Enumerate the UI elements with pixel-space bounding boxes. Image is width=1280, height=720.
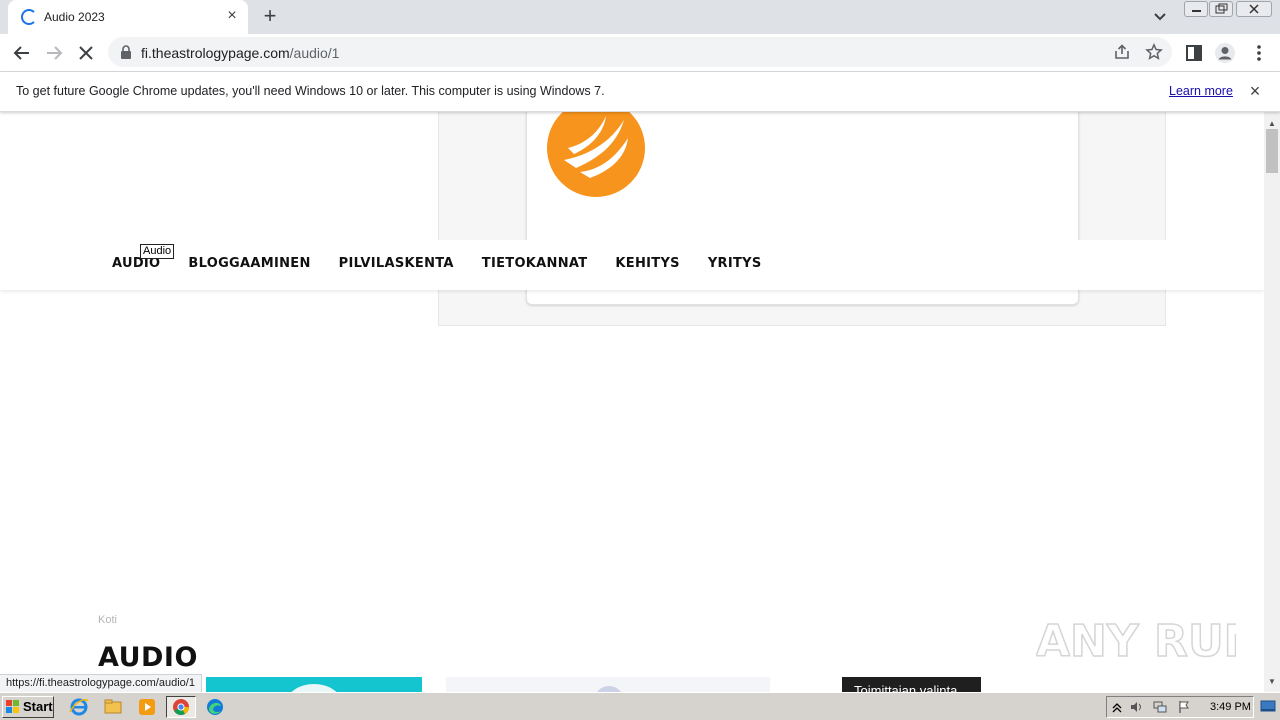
vertical-scrollbar[interactable]: ▲ ▼ bbox=[1264, 112, 1280, 692]
show-hidden-icons-icon[interactable] bbox=[1110, 700, 1124, 714]
bookmark-star-icon[interactable] bbox=[1145, 43, 1163, 61]
tab-title: Audio 2023 bbox=[44, 10, 105, 24]
minimize-button[interactable] bbox=[1184, 1, 1208, 17]
scroll-down-arrow-icon[interactable]: ▼ bbox=[1264, 674, 1280, 690]
profile-avatar-icon[interactable] bbox=[1214, 42, 1236, 64]
nav-item-pilvilaskenta[interactable]: PILVILASKENTA bbox=[339, 256, 454, 271]
show-desktop-icon[interactable] bbox=[1260, 699, 1276, 713]
loading-spinner-icon bbox=[21, 9, 37, 25]
restore-button[interactable] bbox=[1209, 1, 1233, 17]
taskbar-clock[interactable]: 3:49 PM bbox=[1210, 701, 1251, 713]
edge-icon[interactable] bbox=[202, 696, 228, 718]
watermark-text: ANY RUN bbox=[1036, 616, 1236, 667]
breadcrumb-home[interactable]: Koti bbox=[98, 614, 117, 626]
windows-flag-icon bbox=[6, 700, 19, 713]
tab-active[interactable]: Audio 2023 × bbox=[8, 0, 248, 34]
stop-loading-icon[interactable] bbox=[75, 42, 97, 64]
share-icon[interactable] bbox=[1113, 43, 1131, 61]
new-tab-button[interactable]: + bbox=[259, 5, 281, 28]
infobar-message: To get future Google Chrome updates, you… bbox=[16, 84, 605, 98]
article-thumbnail[interactable] bbox=[446, 677, 770, 692]
close-window-icon bbox=[1249, 4, 1259, 14]
nav-item-tietokannat[interactable]: TIETOKANNAT bbox=[482, 256, 588, 271]
restore-icon bbox=[1215, 3, 1228, 14]
browser-toolbar: fi.theastrologypage.com/audio/1 bbox=[0, 34, 1280, 72]
internet-explorer-icon[interactable] bbox=[66, 696, 92, 718]
nav-item-yritys[interactable]: YRITYS bbox=[708, 256, 762, 271]
url-text[interactable]: fi.theastrologypage.com/audio/1 bbox=[141, 45, 339, 61]
start-label: Start bbox=[23, 699, 53, 714]
tab-close-icon[interactable]: × bbox=[224, 8, 240, 24]
file-explorer-icon[interactable] bbox=[100, 696, 126, 718]
chrome-taskbar-button[interactable] bbox=[166, 696, 196, 718]
tab-search-chevron-icon[interactable] bbox=[1150, 8, 1170, 26]
action-center-flag-icon[interactable] bbox=[1177, 700, 1191, 714]
learn-more-link[interactable]: Learn more bbox=[1169, 84, 1233, 98]
address-bar[interactable]: fi.theastrologypage.com/audio/1 bbox=[108, 37, 1172, 67]
tab-strip: Audio 2023 × + bbox=[0, 0, 1280, 34]
system-tray: 3:49 PM bbox=[1106, 696, 1254, 718]
media-player-icon[interactable] bbox=[134, 696, 160, 718]
editors-pick-badge: Toimittajan valinta bbox=[842, 677, 981, 692]
start-button[interactable]: Start bbox=[2, 696, 54, 718]
main-navigation: AUDIO BLOGGAAMINEN PILVILASKENTA TIETOKA… bbox=[0, 240, 1264, 290]
minimize-icon bbox=[1192, 10, 1201, 12]
nav-item-kehitys[interactable]: KEHITYS bbox=[615, 256, 679, 271]
nav-item-bloggaaminen[interactable]: BLOGGAAMINEN bbox=[188, 256, 310, 271]
chrome-icon bbox=[173, 699, 189, 715]
article-thumbnail[interactable] bbox=[206, 677, 422, 692]
network-icon[interactable] bbox=[1153, 700, 1167, 714]
volume-icon[interactable] bbox=[1129, 700, 1143, 714]
windows-taskbar: Start 3:49 PM bbox=[0, 692, 1280, 720]
update-infobar: To get future Google Chrome updates, you… bbox=[0, 72, 1280, 112]
infobar-close-icon[interactable]: × bbox=[1246, 82, 1264, 100]
lock-icon[interactable] bbox=[120, 45, 132, 59]
side-panel-icon[interactable] bbox=[1183, 42, 1205, 64]
back-arrow-icon[interactable] bbox=[11, 42, 33, 64]
page-title: AUDIO bbox=[98, 642, 198, 673]
link-status-bubble: https://fi.theastrologypage.com/audio/1 bbox=[0, 674, 202, 692]
scrollbar-thumb[interactable] bbox=[1266, 129, 1278, 173]
menu-kebab-icon[interactable] bbox=[1248, 42, 1270, 64]
brand-logo-icon bbox=[547, 112, 645, 197]
nav-tooltip: Audio bbox=[140, 244, 175, 259]
anyrun-watermark-logo: ANY RUN bbox=[1036, 615, 1236, 668]
ad-banner[interactable] bbox=[438, 112, 1166, 326]
page-viewport: Audio AUDIO BLOGGAAMINEN PILVILASKENTA T… bbox=[0, 112, 1264, 692]
forward-arrow-icon[interactable] bbox=[43, 42, 65, 64]
close-window-button[interactable] bbox=[1236, 1, 1272, 17]
